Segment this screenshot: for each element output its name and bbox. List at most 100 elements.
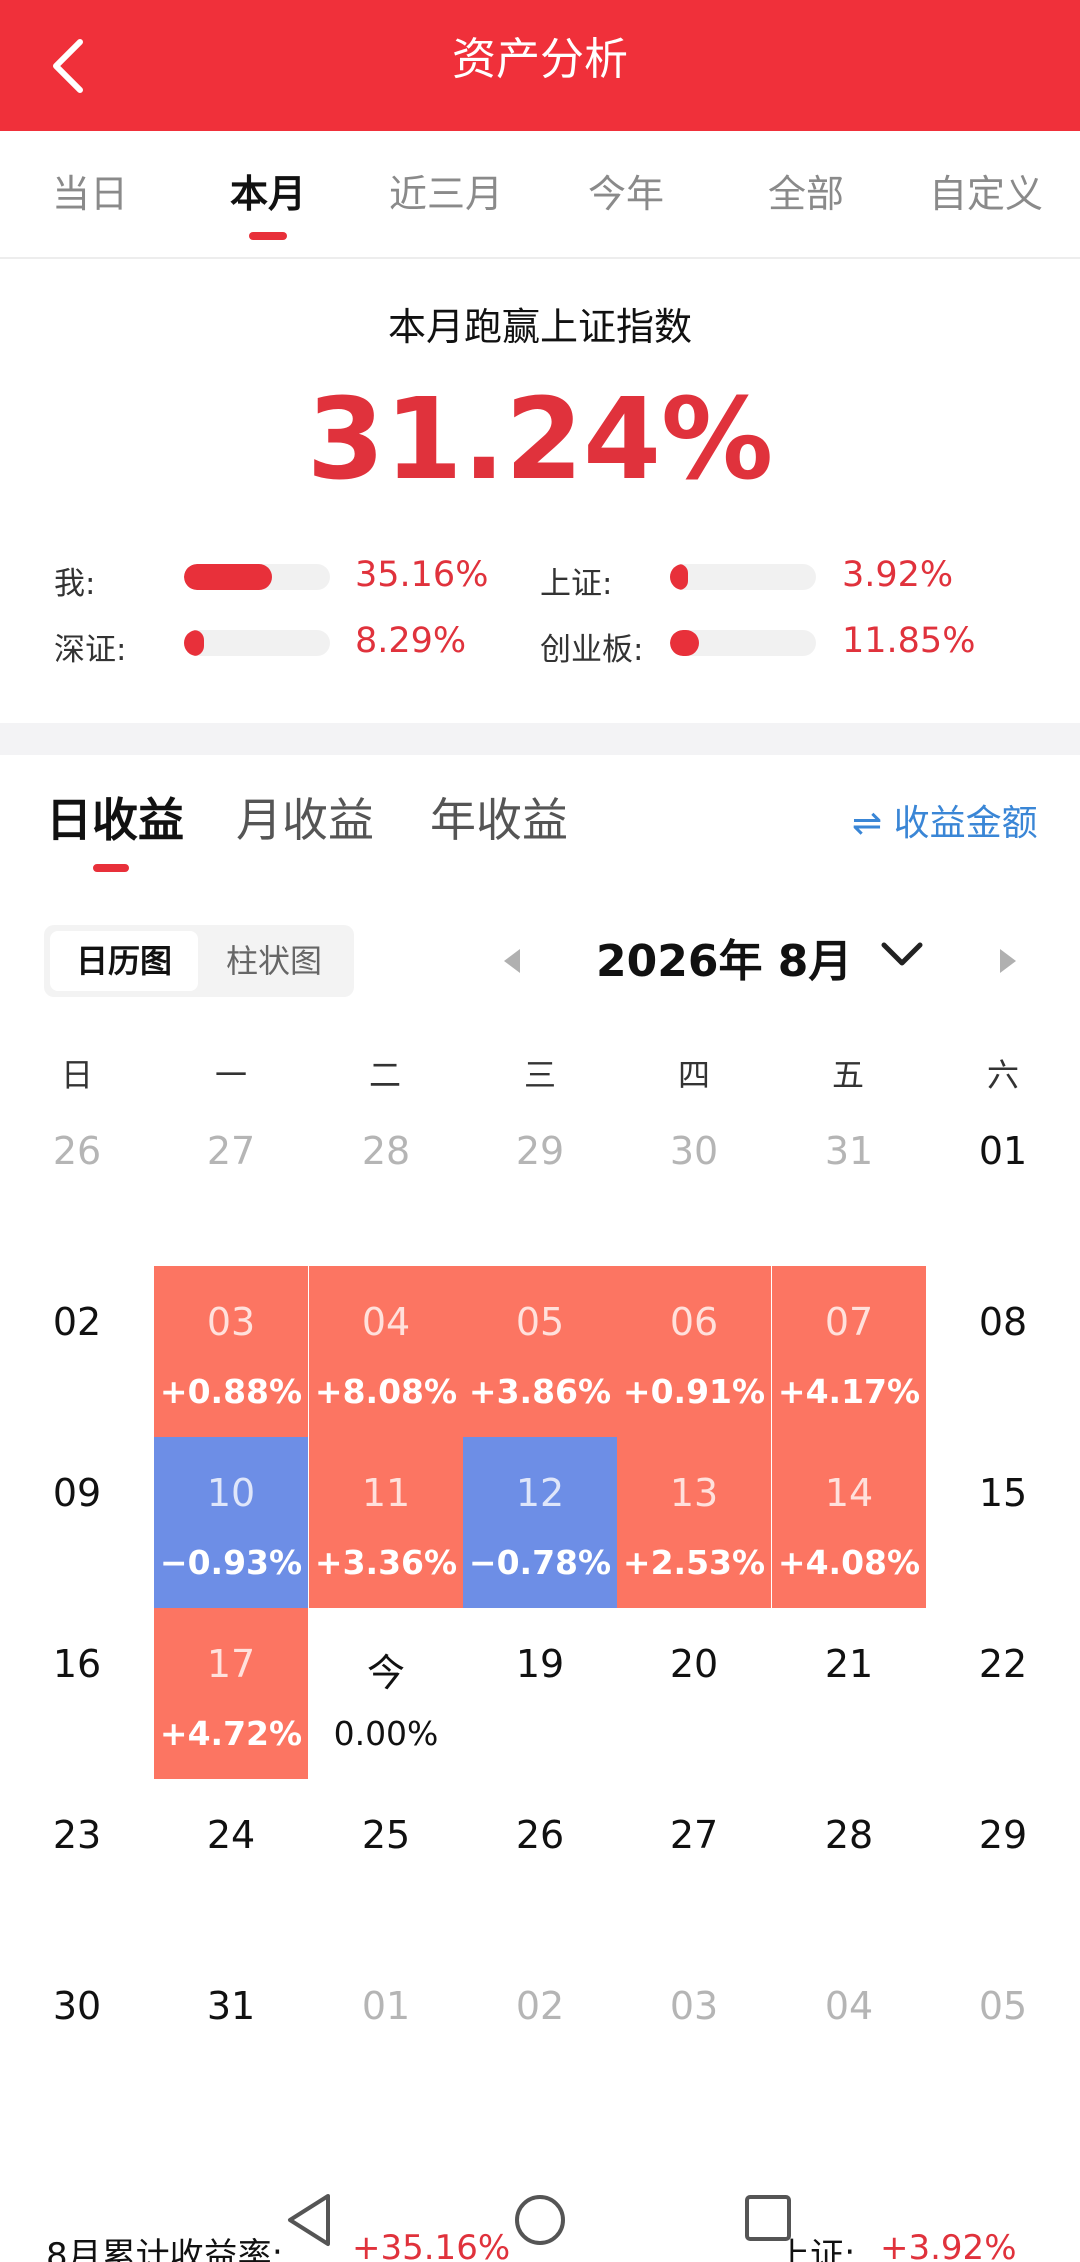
calendar-day-return: +4.17% — [777, 1372, 921, 1411]
calendar-day-cell[interactable]: 02 — [463, 1950, 617, 2121]
compare-value-me: 35.16% — [355, 555, 489, 595]
tab-custom[interactable]: 自定义 — [896, 131, 1076, 259]
next-month-button[interactable] — [996, 946, 1020, 980]
calendar-day-cell[interactable]: 05 +3.86% — [463, 1266, 617, 1437]
calendar-day-cell[interactable]: 09 — [0, 1437, 154, 1608]
month-picker-button[interactable] — [880, 935, 924, 979]
view-calendar-button[interactable]: 日历图 — [50, 931, 198, 991]
tab-today[interactable]: 当日 — [0, 131, 180, 259]
calendar-day-number: 26 — [515, 1813, 565, 1857]
calendar-day-number: 03 — [669, 1984, 719, 2028]
calendar-day-return: +2.53% — [622, 1543, 766, 1582]
compare-label-me: 我: — [54, 566, 96, 602]
calendar-day-cell[interactable]: 15 — [926, 1437, 1080, 1608]
calendar-day-cell[interactable]: 26 — [0, 1095, 154, 1266]
calendar-day-cell[interactable]: 27 — [617, 1779, 771, 1950]
prev-month-button[interactable] — [500, 946, 524, 980]
nav-home-button[interactable] — [512, 2192, 568, 2252]
nav-back-button[interactable] — [284, 2192, 334, 2252]
calendar-day-cell[interactable]: 21 — [772, 1608, 926, 1779]
calendar-day-return: +0.88% — [159, 1372, 303, 1411]
calendar-day-cell[interactable]: 31 — [772, 1095, 926, 1266]
calendar-day-number: 04 — [824, 1984, 874, 2028]
nav-recents-button[interactable] — [742, 2192, 794, 2248]
tab-daily-returns[interactable]: 日收益 — [46, 784, 184, 850]
calendar-day-cell[interactable]: 28 — [772, 1779, 926, 1950]
calendar-day-cell[interactable]: 30 — [617, 1095, 771, 1266]
calendar-day-cell[interactable]: 04 — [772, 1950, 926, 2121]
tab-monthly-returns[interactable]: 月收益 — [236, 784, 374, 850]
tab-three-months[interactable]: 近三月 — [356, 131, 536, 259]
calendar-day-return: +8.08% — [314, 1372, 458, 1411]
calendar-day-number: 25 — [361, 1813, 411, 1857]
calendar-day-cell[interactable]: 03 — [617, 1950, 771, 2121]
calendar-day-cell[interactable]: 17 +4.72% — [154, 1608, 308, 1779]
weekday-label: 日 — [60, 1056, 93, 1094]
toggle-amount-button[interactable]: ⇌ 收益金额 — [852, 794, 1038, 846]
calendar-day-cell[interactable]: 16 — [0, 1608, 154, 1779]
calendar-day-cell[interactable]: 01 — [926, 1095, 1080, 1266]
calendar-day-cell[interactable]: 01 — [309, 1950, 463, 2121]
calendar-day-number: 02 — [52, 1300, 102, 1344]
calendar-day-number: 28 — [824, 1813, 874, 1857]
calendar-day-return: +4.72% — [159, 1714, 303, 1753]
calendar-day-number: 05 — [515, 1300, 565, 1344]
calendar-day-cell[interactable]: 27 — [154, 1095, 308, 1266]
calendar-day-number: 01 — [361, 1984, 411, 2028]
calendar-day-cell[interactable]: 03 +0.88% — [154, 1266, 308, 1437]
back-triangle-icon — [288, 2194, 330, 2246]
recents-square-icon — [745, 2195, 791, 2241]
calendar-day-number: 21 — [824, 1642, 874, 1686]
calendar-day-number: 31 — [206, 1984, 256, 2028]
compare-value-chinext: 11.85% — [842, 621, 976, 661]
calendar-day-cell[interactable]: 24 — [154, 1779, 308, 1950]
tab-all[interactable]: 全部 — [716, 131, 896, 259]
calendar-day-cell[interactable]: 20 — [617, 1608, 771, 1779]
calendar-day-cell[interactable]: 29 — [463, 1095, 617, 1266]
view-switch: 日历图 柱状图 — [44, 925, 354, 997]
weekday-label: 五 — [831, 1056, 864, 1094]
chevron-down-icon — [881, 942, 923, 966]
calendar-day-cell[interactable]: 19 — [463, 1608, 617, 1779]
calendar-day-cell[interactable]: 23 — [0, 1779, 154, 1950]
calendar-day-number: 30 — [669, 1129, 719, 1173]
tab-yearly-returns[interactable]: 年收益 — [430, 784, 568, 850]
calendar-day-cell[interactable]: 04 +8.08% — [309, 1266, 463, 1437]
cumulative-return-value: +35.16% — [352, 2228, 511, 2262]
calendar-day-number: 06 — [669, 1300, 719, 1344]
view-bar-button[interactable]: 柱状图 — [200, 931, 348, 991]
calendar-day-cell[interactable]: 02 — [0, 1266, 154, 1437]
period-tabs: 当日 本月 近三月 今年 全部 自定义 — [0, 131, 1080, 259]
weekday-label: 六 — [986, 1056, 1019, 1094]
calendar-day-cell[interactable]: 06 +0.91% — [617, 1266, 771, 1437]
calendar-day-cell[interactable]: 26 — [463, 1779, 617, 1950]
calendar-day-number: 30 — [52, 1984, 102, 2028]
calendar-day-cell[interactable]: 08 — [926, 1266, 1080, 1437]
calendar-day-cell[interactable]: 29 — [926, 1779, 1080, 1950]
calendar-day-cell[interactable]: 31 — [154, 1950, 308, 2121]
calendar-day-number: 15 — [978, 1471, 1028, 1515]
calendar-day-cell[interactable]: 11 +3.36% — [309, 1437, 463, 1608]
calendar-day-number: 05 — [978, 1984, 1028, 2028]
calendar-day-cell[interactable]: 14 +4.08% — [772, 1437, 926, 1608]
calendar-day-cell[interactable]: 25 — [309, 1779, 463, 1950]
calendar-day-cell[interactable]: 05 — [926, 1950, 1080, 2121]
compare-value-shenzhen: 8.29% — [355, 621, 467, 661]
calendar-day-cell[interactable]: 07 +4.17% — [772, 1266, 926, 1437]
compare-label-shenzhen: 深证: — [54, 632, 127, 668]
calendar-day-return: +3.36% — [314, 1543, 458, 1582]
weekday-label: 一 — [214, 1056, 247, 1094]
compare-bar-fill — [670, 630, 700, 656]
active-section-indicator — [93, 864, 129, 872]
calendar-day-number: 10 — [206, 1471, 256, 1515]
calendar-day-cell[interactable]: 12 −0.78% — [463, 1437, 617, 1608]
calendar-day-cell[interactable]: 13 +2.53% — [617, 1437, 771, 1608]
calendar-day-cell[interactable]: 22 — [926, 1608, 1080, 1779]
section-divider — [0, 723, 1080, 755]
tab-this-year[interactable]: 今年 — [536, 131, 716, 259]
calendar-day-cell[interactable]: 10 −0.93% — [154, 1437, 308, 1608]
caret-left-icon — [504, 949, 520, 973]
calendar-day-cell[interactable]: 今 0.00% — [309, 1608, 463, 1779]
calendar-day-cell[interactable]: 30 — [0, 1950, 154, 2121]
calendar-day-cell[interactable]: 28 — [309, 1095, 463, 1266]
